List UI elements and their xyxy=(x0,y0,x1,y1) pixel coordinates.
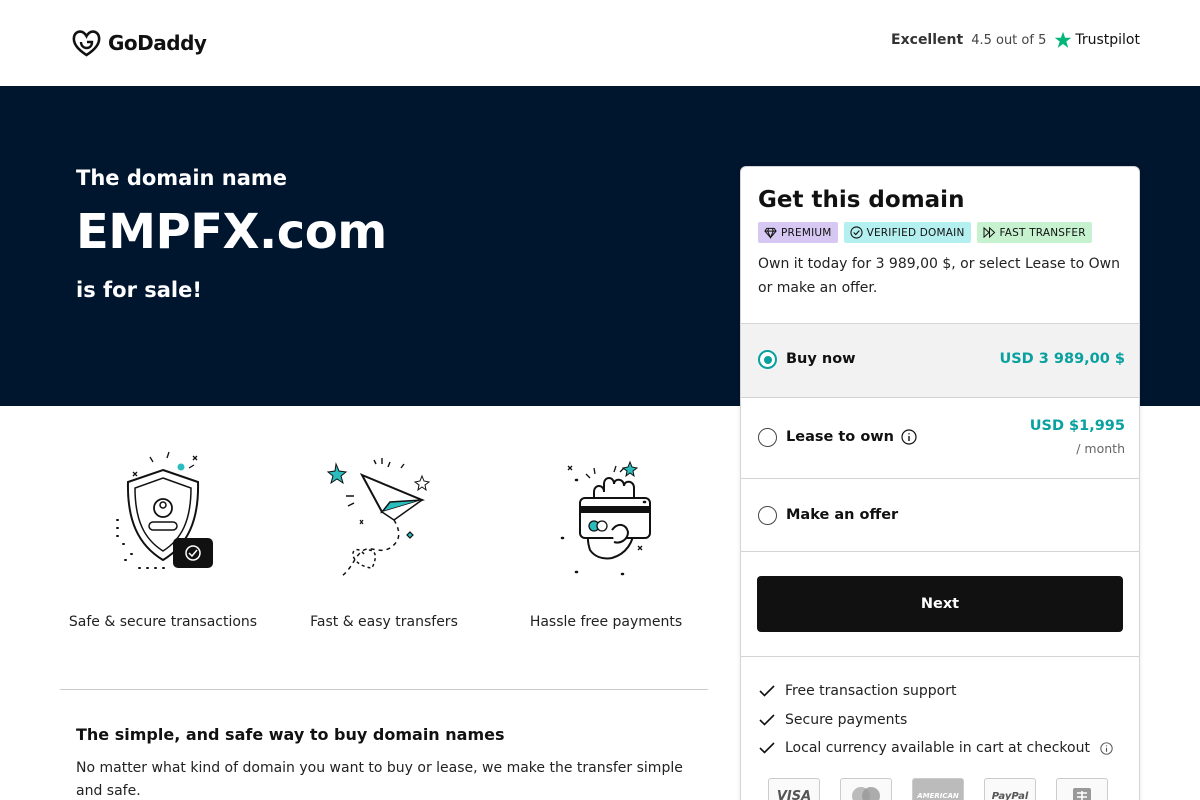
amex-icon: AMERICAN xyxy=(912,778,964,800)
checkmark-icon xyxy=(759,714,775,726)
feature-transfer: Fast & easy transfers xyxy=(274,450,494,630)
benefit-item: Local currency available in cart at chec… xyxy=(759,734,1139,763)
trustpilot-star-icon xyxy=(1055,31,1072,48)
paypal-icon: PayPal xyxy=(984,778,1036,800)
benefit-item: Free transaction support xyxy=(759,677,1139,706)
benefit-label: Free transaction support xyxy=(785,683,957,700)
page: GoDaddy Excellent 4.5 out of 5 Trustpilo… xyxy=(0,0,1200,800)
info-title: The simple, and safe way to buy domain n… xyxy=(76,725,505,744)
payment-methods: VISA AMERICAN PayPal xyxy=(768,778,1108,800)
feature-label: Safe & secure transactions xyxy=(68,614,258,630)
card-description: Own it today for 3 989,00 $, or select L… xyxy=(758,256,1120,296)
trustpilot-rating[interactable]: Excellent 4.5 out of 5 Trustpilot xyxy=(891,31,1140,49)
badge-row: PREMIUM VERIFIED DOMAIN FAST TRANSFER xyxy=(758,222,1092,243)
hand-card-icon xyxy=(560,460,651,576)
option-label: Make an offer xyxy=(786,507,898,523)
next-section: Next xyxy=(741,551,1139,656)
lease-radio[interactable] xyxy=(758,428,777,447)
trustpilot-label: Trustpilot xyxy=(1075,32,1140,48)
feature-secure: Safe & secure transactions xyxy=(53,450,273,630)
godaddy-logo[interactable]: GoDaddy xyxy=(71,29,207,57)
hero-intro: The domain name xyxy=(76,166,288,190)
checkmark-icon xyxy=(759,685,775,697)
feature-label: Hassle free payments xyxy=(529,614,683,630)
fast-transfer-badge: FAST TRANSFER xyxy=(976,222,1092,243)
check-circle-icon xyxy=(849,226,863,239)
benefit-label: Secure payments xyxy=(785,711,908,728)
shield-user-icon xyxy=(116,451,213,569)
diamond-icon xyxy=(764,227,777,239)
logo-text: GoDaddy xyxy=(108,31,207,55)
lease-label: Lease to own xyxy=(786,429,894,445)
buy-now-price: USD 3 989,00 $ xyxy=(999,351,1125,367)
feature-label: Fast & easy transfers xyxy=(310,614,458,630)
top-bar: GoDaddy Excellent 4.5 out of 5 Trustpilo… xyxy=(0,0,1200,86)
hero-for-sale: is for sale! xyxy=(76,278,202,302)
buy-now-radio[interactable] xyxy=(758,350,777,369)
lease-price: USD $1,995 xyxy=(1029,418,1125,434)
trustpilot-brand: Trustpilot xyxy=(1054,31,1140,49)
verified-badge: VERIFIED DOMAIN xyxy=(843,222,971,243)
premium-badge: PREMIUM xyxy=(758,222,838,243)
info-icon[interactable] xyxy=(1100,742,1113,755)
offer-label: Make an offer xyxy=(786,507,899,523)
info-icon[interactable] xyxy=(901,429,917,445)
checkmark-icon xyxy=(759,742,775,754)
section-divider xyxy=(60,689,708,690)
rating-word: Excellent xyxy=(891,32,964,48)
badge-label: FAST TRANSFER xyxy=(999,226,1086,239)
buy-now-label: Buy now xyxy=(786,351,856,367)
rating-score: 4.5 out of 5 xyxy=(971,32,1047,48)
purchase-card: Get this domain PREMIUM VERIFIED DOMAIN … xyxy=(740,166,1140,800)
benefit-item: Secure payments xyxy=(759,706,1139,735)
badge-label: PREMIUM xyxy=(781,226,832,239)
option-label: Lease to own xyxy=(786,429,917,445)
card-title: Get this domain xyxy=(758,187,965,213)
benefits-list: Free transaction support Secure payments… xyxy=(741,656,1139,763)
mastercard-icon xyxy=(840,778,892,800)
lease-price-period: / month xyxy=(1076,441,1125,456)
fast-forward-icon xyxy=(983,227,995,238)
option-make-offer[interactable]: Make an offer xyxy=(741,478,1139,551)
benefit-label: Local currency available in cart at chec… xyxy=(785,740,1090,757)
next-button[interactable]: Next xyxy=(757,576,1123,632)
paper-plane-icon xyxy=(326,458,431,577)
badge-label: VERIFIED DOMAIN xyxy=(866,226,965,239)
visa-icon: VISA xyxy=(768,778,820,800)
offer-radio[interactable] xyxy=(758,506,777,525)
feature-payments: Hassle free payments xyxy=(496,450,716,630)
domain-name: EMPFX.com xyxy=(76,204,387,260)
godaddy-logo-icon xyxy=(72,30,101,57)
option-buy-now[interactable]: Buy now USD 3 989,00 $ xyxy=(741,323,1139,397)
option-label: Buy now xyxy=(786,351,856,367)
info-text: No matter what kind of domain you want t… xyxy=(76,760,683,799)
bank-icon xyxy=(1056,778,1108,800)
option-lease-to-own[interactable]: Lease to own USD $1,995 / month xyxy=(741,397,1139,478)
